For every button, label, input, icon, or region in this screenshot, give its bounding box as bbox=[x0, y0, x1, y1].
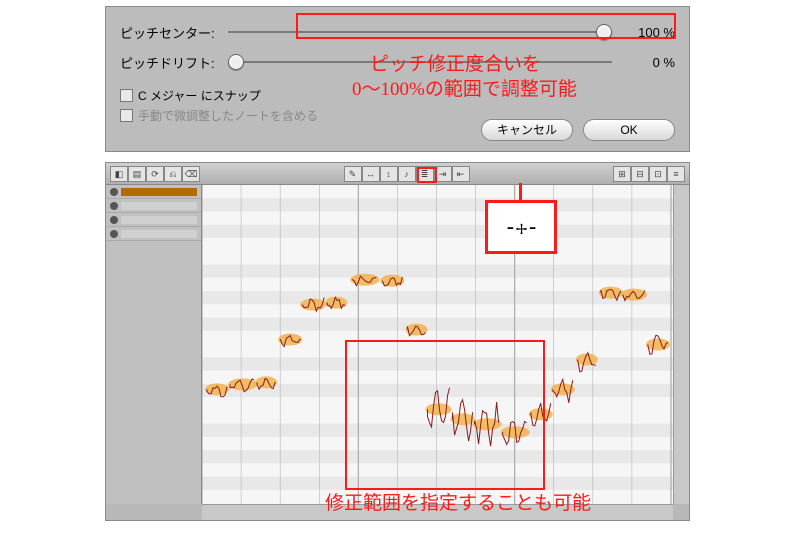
horizontal-scrollbar[interactable] bbox=[202, 504, 673, 520]
track-bar bbox=[121, 216, 197, 224]
pitch-dialog: ピッチセンター: 100 % ピッチドリフト: 0 % C メジャー にスナップ… bbox=[105, 6, 690, 152]
toolbar-button[interactable]: ⊞ bbox=[613, 166, 631, 182]
manual-checkbox bbox=[120, 109, 133, 122]
toolbar-button[interactable]: ⎌ bbox=[164, 166, 182, 182]
track-dot-icon bbox=[110, 216, 118, 224]
track-dot-icon bbox=[110, 202, 118, 210]
toolbar-button[interactable]: ◧ bbox=[110, 166, 128, 182]
pitch-center-thumb[interactable] bbox=[596, 24, 612, 40]
toolbar-button[interactable]: ⇥ bbox=[434, 166, 452, 182]
pitch-plot[interactable] bbox=[202, 185, 673, 504]
toolbar-left: ◧▤⟳⎌⌫ bbox=[110, 166, 200, 182]
toolbar-button[interactable]: ⇤ bbox=[452, 166, 470, 182]
slider-track-line bbox=[228, 31, 612, 33]
track-list bbox=[106, 185, 202, 504]
track-dot-icon bbox=[110, 230, 118, 238]
pitch-drift-row: ピッチドリフト: 0 % bbox=[120, 47, 675, 77]
track-row[interactable] bbox=[106, 185, 201, 199]
cancel-button[interactable]: キャンセル bbox=[481, 119, 573, 141]
pitch-center-slider[interactable] bbox=[228, 25, 612, 39]
pitch-drift-label: ピッチドリフト: bbox=[120, 53, 220, 72]
manual-label: 手動で微調整したノートを含める bbox=[138, 107, 318, 124]
toolbar-button[interactable]: ✎ bbox=[344, 166, 362, 182]
pitch-center-label: ピッチセンター: bbox=[120, 23, 220, 42]
toolbar-mid: ✎↔↕♪≣⇥⇤ bbox=[344, 166, 470, 182]
toolbar-right: ⊞⊟⊡≡ bbox=[613, 166, 685, 182]
pitch-drift-value: 0 % bbox=[620, 55, 675, 70]
pitch-correct-icon: -⧾- bbox=[504, 215, 539, 240]
pitch-drift-slider[interactable] bbox=[228, 55, 612, 69]
melodyne-editor: ◧▤⟳⎌⌫ ✎↔↕♪≣⇥⇤ ⊞⊟⊡≡ bbox=[105, 162, 690, 521]
dialog-buttons: キャンセル OK bbox=[481, 119, 675, 141]
ok-button[interactable]: OK bbox=[583, 119, 675, 141]
toolbar-button[interactable]: ⊟ bbox=[631, 166, 649, 182]
snap-checkbox[interactable] bbox=[120, 89, 133, 102]
editor-toolbar: ◧▤⟳⎌⌫ ✎↔↕♪≣⇥⇤ ⊞⊟⊡≡ bbox=[106, 163, 689, 185]
vertical-scrollbar[interactable] bbox=[673, 185, 689, 504]
toolbar-button[interactable]: ⊡ bbox=[649, 166, 667, 182]
track-row[interactable] bbox=[106, 227, 201, 241]
track-dot-icon bbox=[110, 188, 118, 196]
track-bar bbox=[121, 188, 197, 196]
toolbar-button[interactable]: ♪ bbox=[398, 166, 416, 182]
snap-checkbox-row[interactable]: C メジャー にスナップ bbox=[120, 85, 675, 105]
slider-track-line bbox=[228, 61, 612, 63]
toolbar-button[interactable]: ≣ bbox=[416, 166, 434, 182]
plot-svg bbox=[202, 185, 673, 504]
toolbar-button[interactable]: ⌫ bbox=[182, 166, 200, 182]
pitch-center-row: ピッチセンター: 100 % bbox=[120, 17, 675, 47]
track-bar bbox=[121, 202, 197, 210]
track-row[interactable] bbox=[106, 199, 201, 213]
track-bar bbox=[121, 230, 197, 238]
toolbar-button[interactable]: ⟳ bbox=[146, 166, 164, 182]
pitch-center-value: 100 % bbox=[620, 25, 675, 40]
track-row[interactable] bbox=[106, 213, 201, 227]
pitch-tool-callout: -⧾- bbox=[485, 200, 557, 254]
snap-label: C メジャー にスナップ bbox=[138, 87, 261, 104]
toolbar-button[interactable]: ▤ bbox=[128, 166, 146, 182]
toolbar-button[interactable]: ↕ bbox=[380, 166, 398, 182]
toolbar-button[interactable]: ≡ bbox=[667, 166, 685, 182]
pitch-drift-thumb[interactable] bbox=[228, 54, 244, 70]
toolbar-button[interactable]: ↔ bbox=[362, 166, 380, 182]
